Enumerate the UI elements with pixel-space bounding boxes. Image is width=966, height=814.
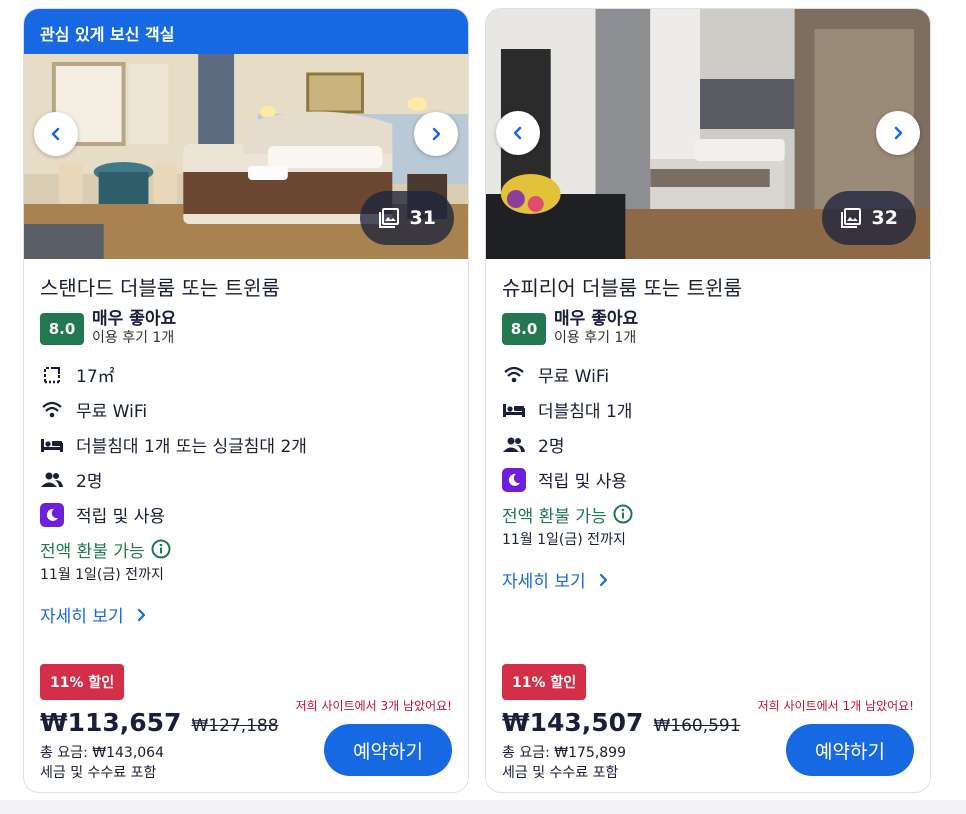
rating: 8.0 매우 좋아요 이용 후기 1개	[502, 309, 914, 347]
details-link-label: 자세히 보기	[40, 607, 124, 627]
bed-icon	[40, 433, 64, 457]
details-link-label: 자세히 보기	[502, 572, 586, 592]
recently-viewed-ribbon: 관심 있게 보신 객실	[24, 9, 468, 54]
chevron-left-icon	[513, 126, 522, 140]
previous-photo-button[interactable]	[34, 112, 78, 156]
amenity-item: 17㎡	[40, 357, 452, 392]
people-icon	[40, 468, 64, 492]
people-icon	[502, 433, 526, 457]
room-name: 슈피리어 더블룸 또는 트윈룸	[502, 276, 742, 300]
amenity-item: 적립 및 사용	[502, 462, 914, 497]
wifi-icon	[502, 363, 526, 387]
original-price: ₩127,188	[191, 716, 279, 736]
reserve-button[interactable]: 예약하기	[786, 724, 914, 776]
room-photo[interactable]: 32	[486, 9, 930, 259]
price-block: 11% 할인 ₩143,507 ₩160,591 총 요금: ₩175,899 …	[502, 664, 914, 783]
info-icon[interactable]	[613, 504, 633, 524]
amenity-list: 17㎡ 무료 WiFi 더블침대 1개 또는 싱글침대 2개 2명 적립 및 사…	[40, 357, 452, 532]
chevron-right-icon	[599, 573, 607, 586]
room-photo[interactable]: 31	[24, 54, 468, 259]
discount-badge: 11% 할인	[40, 664, 125, 700]
card-body: 스탠다드 더블룸 또는 트윈룸 8.0 매우 좋아요 이용 후기 1개 17㎡ …	[24, 275, 468, 627]
moon-icon	[502, 467, 526, 492]
amenity-label: 17㎡	[76, 367, 115, 387]
gallery-icon	[840, 208, 861, 228]
amenity-label: 무료 WiFi	[538, 367, 610, 387]
refund-deadline: 11월 1일(금) 전까지	[502, 532, 626, 548]
rating-label: 매우 좋아요	[92, 309, 177, 329]
next-photo-button[interactable]	[876, 111, 920, 155]
current-price: ₩113,657	[40, 708, 182, 737]
amenity-item: 적립 및 사용	[40, 497, 452, 532]
amenity-item: 무료 WiFi	[502, 357, 914, 392]
reserve-button[interactable]: 예약하기	[324, 724, 452, 776]
rating: 8.0 매우 좋아요 이용 후기 1개	[40, 309, 452, 347]
chevron-left-icon	[51, 127, 60, 141]
photo-count-badge[interactable]: 32	[821, 191, 916, 245]
refund-deadline: 11월 1일(금) 전까지	[40, 567, 164, 583]
chevron-right-icon	[137, 608, 145, 621]
refund-label: 전액 환불 가능	[502, 506, 607, 527]
rating-score: 8.0	[40, 313, 84, 345]
amenity-label: 2명	[538, 437, 565, 457]
card-body: 슈피리어 더블룸 또는 트윈룸 8.0 매우 좋아요 이용 후기 1개 무료 W…	[486, 275, 930, 592]
amenity-label: 적립 및 사용	[538, 472, 628, 492]
price-block: 11% 할인 ₩113,657 ₩127,188 총 요금: ₩143,064 …	[40, 664, 452, 783]
wifi-icon	[40, 398, 64, 422]
amenity-label: 무료 WiFi	[76, 402, 148, 422]
floor-plan-icon	[40, 363, 64, 387]
page-bottom-strip	[0, 800, 966, 814]
scarcity-message: 저희 사이트에서 3개 남았어요!	[295, 699, 452, 713]
room-card[interactable]: 32 슈피리어 더블룸 또는 트윈룸 8.0 매우 좋아요 이용 후기 1개 무…	[485, 8, 931, 793]
chevron-right-icon	[894, 126, 903, 140]
next-photo-button[interactable]	[414, 112, 458, 156]
amenity-label: 적립 및 사용	[76, 507, 166, 527]
discount-badge: 11% 할인	[502, 664, 587, 700]
photo-count: 32	[871, 207, 898, 229]
info-icon[interactable]	[151, 539, 171, 559]
review-count: 이용 후기 1개	[92, 330, 175, 346]
rating-label: 매우 좋아요	[554, 309, 639, 329]
previous-photo-button[interactable]	[496, 111, 540, 155]
amenity-label: 더블침대 1개 또는 싱글침대 2개	[76, 437, 307, 457]
room-card[interactable]: 관심 있게 보신 객실 31 스탠다드 더블룸 또는 트윈룸 8.0 매우 좋아…	[23, 8, 469, 793]
more-details-link[interactable]: 자세히 보기	[40, 602, 146, 627]
review-count: 이용 후기 1개	[554, 330, 637, 346]
photo-count: 31	[409, 207, 436, 229]
amenity-item: 2명	[502, 427, 914, 462]
scarcity-message: 저희 사이트에서 1개 남았어요!	[757, 699, 914, 713]
more-details-link[interactable]: 자세히 보기	[502, 567, 608, 592]
moon-icon	[40, 502, 64, 527]
refund-label: 전액 환불 가능	[40, 541, 145, 562]
amenity-item: 2명	[40, 462, 452, 497]
refund-policy: 전액 환불 가능	[502, 501, 914, 527]
gallery-icon	[378, 208, 399, 228]
amenity-item: 무료 WiFi	[40, 392, 452, 427]
refund-policy: 전액 환불 가능	[40, 536, 452, 562]
amenity-item: 더블침대 1개 또는 싱글침대 2개	[40, 427, 452, 462]
current-price: ₩143,507	[502, 708, 644, 737]
amenity-label: 더블침대 1개	[538, 402, 633, 422]
amenity-item: 더블침대 1개	[502, 392, 914, 427]
amenity-label: 2명	[76, 472, 103, 492]
chevron-right-icon	[432, 127, 441, 141]
original-price: ₩160,591	[653, 716, 741, 736]
amenity-list: 무료 WiFi 더블침대 1개 2명 적립 및 사용	[502, 357, 914, 497]
photo-count-badge[interactable]: 31	[359, 191, 454, 245]
rating-score: 8.0	[502, 313, 546, 345]
room-name: 스탠다드 더블룸 또는 트윈룸	[40, 276, 280, 300]
bed-icon	[502, 398, 526, 422]
